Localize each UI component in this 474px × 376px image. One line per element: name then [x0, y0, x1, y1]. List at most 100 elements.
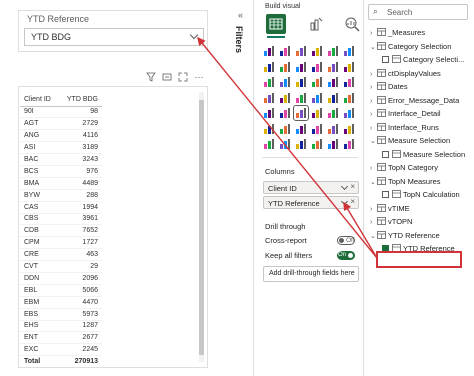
filters-pane-collapsed[interactable]: [230, 0, 254, 376]
stacked-area-chart-icon[interactable]: [294, 60, 308, 74]
shape-map-icon[interactable]: [294, 137, 308, 151]
tree-table-item[interactable]: › Interface_Detail: [370, 109, 474, 123]
line-clustered-chart-icon[interactable]: [326, 60, 340, 74]
chevron-down-icon[interactable]: ⌄: [370, 137, 377, 145]
tree-table-item[interactable]: › Interface_Runs: [370, 123, 474, 137]
chevron-right-icon[interactable]: ›: [370, 98, 377, 105]
tree-field-item[interactable]: Category Selecti...: [370, 55, 474, 69]
area-chart-icon[interactable]: [278, 60, 292, 74]
tree-table-item[interactable]: › _Measures: [370, 28, 474, 42]
chevron-down-icon[interactable]: [340, 197, 349, 206]
waterfall-chart-icon[interactable]: [262, 75, 276, 89]
get-more-visuals-icon[interactable]: [326, 137, 340, 151]
column-well-ytd-reference[interactable]: YTD Reference ×: [263, 196, 359, 209]
chevron-down-icon[interactable]: [340, 182, 349, 191]
slicer-icon[interactable]: [278, 106, 292, 120]
ribbon-chart-icon[interactable]: [342, 60, 356, 74]
power-apps-icon[interactable]: [262, 137, 276, 151]
column-well-client-id[interactable]: Client ID ×: [263, 181, 359, 194]
multi-row-card-icon[interactable]: [342, 91, 356, 105]
clustered-column-chart-icon[interactable]: [310, 44, 324, 58]
field-checkbox[interactable]: [382, 191, 389, 198]
tree-table-item[interactable]: › vTOPN: [370, 217, 474, 231]
chevron-right-icon[interactable]: ›: [370, 219, 377, 226]
100-bar-chart-icon[interactable]: [326, 44, 340, 58]
table-row[interactable]: CRE 463: [20, 248, 102, 262]
chevron-right-icon[interactable]: ›: [370, 111, 377, 118]
gauge-icon[interactable]: [310, 91, 324, 105]
table-row[interactable]: DDN 2096: [20, 272, 102, 285]
clustered-bar-chart-icon[interactable]: [294, 44, 308, 58]
donut-chart-icon[interactable]: [326, 75, 340, 89]
tree-table-item[interactable]: › ctDisplayValues: [370, 69, 474, 83]
expand-icon[interactable]: [178, 72, 188, 82]
tree-table-item[interactable]: › vTIME: [370, 204, 474, 218]
focus-mode-icon[interactable]: [162, 72, 172, 82]
table-row[interactable]: CPM 1727: [20, 236, 102, 250]
more-visuals-icon[interactable]: [342, 122, 356, 136]
power-automate-icon[interactable]: [278, 137, 292, 151]
python-visual-icon[interactable]: [342, 106, 356, 120]
chevron-down-icon[interactable]: ⌄: [370, 43, 377, 51]
table-visual-icon[interactable]: [293, 105, 309, 121]
field-checkbox[interactable]: [382, 150, 389, 158]
line-chart-icon[interactable]: [262, 60, 276, 74]
table-row[interactable]: AGT 2729: [20, 117, 102, 131]
narrative-icon[interactable]: [310, 122, 324, 136]
table-row[interactable]: CAS 1994: [20, 201, 102, 214]
slicer-dropdown[interactable]: YTD BDG: [24, 28, 204, 46]
chevron-down-icon[interactable]: ⌄: [370, 232, 377, 240]
table-row[interactable]: CDB 7652: [20, 224, 102, 238]
table-row[interactable]: EXC 2245: [20, 343, 102, 357]
table-row[interactable]: EHS 1287: [20, 320, 102, 333]
column-header-ytd-bdg[interactable]: YTD BDG: [58, 93, 102, 107]
build-visual-tab-icon[interactable]: [266, 14, 286, 34]
column-header-client-id[interactable]: Client ID: [20, 93, 59, 107]
close-icon[interactable]: ×: [350, 182, 355, 191]
tree-table-item[interactable]: › TopN Category: [370, 163, 474, 177]
chevron-right-icon[interactable]: ›: [370, 165, 377, 172]
qa-visual-icon[interactable]: [294, 122, 308, 136]
table-row[interactable]: 90I 98: [20, 106, 102, 119]
r-visual-icon[interactable]: [326, 106, 340, 120]
filled-map-icon[interactable]: [278, 91, 292, 105]
chevron-right-icon[interactable]: ›: [370, 206, 377, 213]
tree-table-item[interactable]: › Error_Message_Data: [370, 96, 474, 110]
table-row[interactable]: CBS 3961: [20, 213, 102, 226]
chevron-right-icon[interactable]: ›: [370, 71, 377, 78]
scatter-chart-icon[interactable]: [294, 75, 308, 89]
table-row[interactable]: BAC 3243: [20, 153, 102, 166]
analytics-tab-icon[interactable]: [342, 14, 362, 34]
tree-field-item[interactable]: TopN Calculation: [370, 190, 474, 204]
chevron-down-icon[interactable]: ⌄: [370, 178, 377, 186]
line-column-chart-icon[interactable]: [310, 60, 324, 74]
chevron-right-icon[interactable]: ›: [370, 125, 377, 132]
kpi-icon[interactable]: [262, 106, 276, 120]
card-icon[interactable]: [326, 91, 340, 105]
tree-table-item[interactable]: ⌄ YTD Reference: [370, 231, 474, 245]
more-options-icon[interactable]: ⋯: [194, 72, 204, 82]
funnel-chart-icon[interactable]: [278, 75, 292, 89]
chevron-left-icon[interactable]: «: [238, 10, 243, 20]
decomposition-tree-icon[interactable]: [278, 122, 292, 136]
table-row[interactable]: BCS 976: [20, 165, 102, 178]
stacked-bar-chart-icon[interactable]: [262, 44, 276, 58]
table-row[interactable]: BMA 4489: [20, 177, 102, 190]
filters-pane-label[interactable]: Filters: [234, 26, 244, 53]
table-row[interactable]: ENT 2677: [20, 331, 102, 345]
tree-field-item[interactable]: Measure Selection: [370, 150, 474, 164]
field-checkbox[interactable]: [382, 56, 389, 63]
paginated-report-icon[interactable]: [326, 122, 340, 136]
table-scrollbar-thumb[interactable]: [199, 100, 204, 355]
tree-table-item[interactable]: ⌄ Measure Selection: [370, 136, 474, 150]
100-column-chart-icon[interactable]: [342, 44, 356, 58]
table-row[interactable]: ASI 3189: [20, 141, 102, 155]
ellipsis-icon[interactable]: [342, 137, 356, 151]
tree-table-item[interactable]: › Dates: [370, 82, 474, 96]
search-input[interactable]: ⌕ Search: [368, 4, 468, 20]
table-row[interactable]: BYW 288: [20, 189, 102, 202]
filter-icon[interactable]: [146, 72, 156, 82]
chevron-right-icon[interactable]: ›: [370, 84, 377, 91]
tree-table-item[interactable]: ⌄ Category Selection: [370, 42, 474, 56]
chevron-right-icon[interactable]: ›: [370, 30, 377, 37]
